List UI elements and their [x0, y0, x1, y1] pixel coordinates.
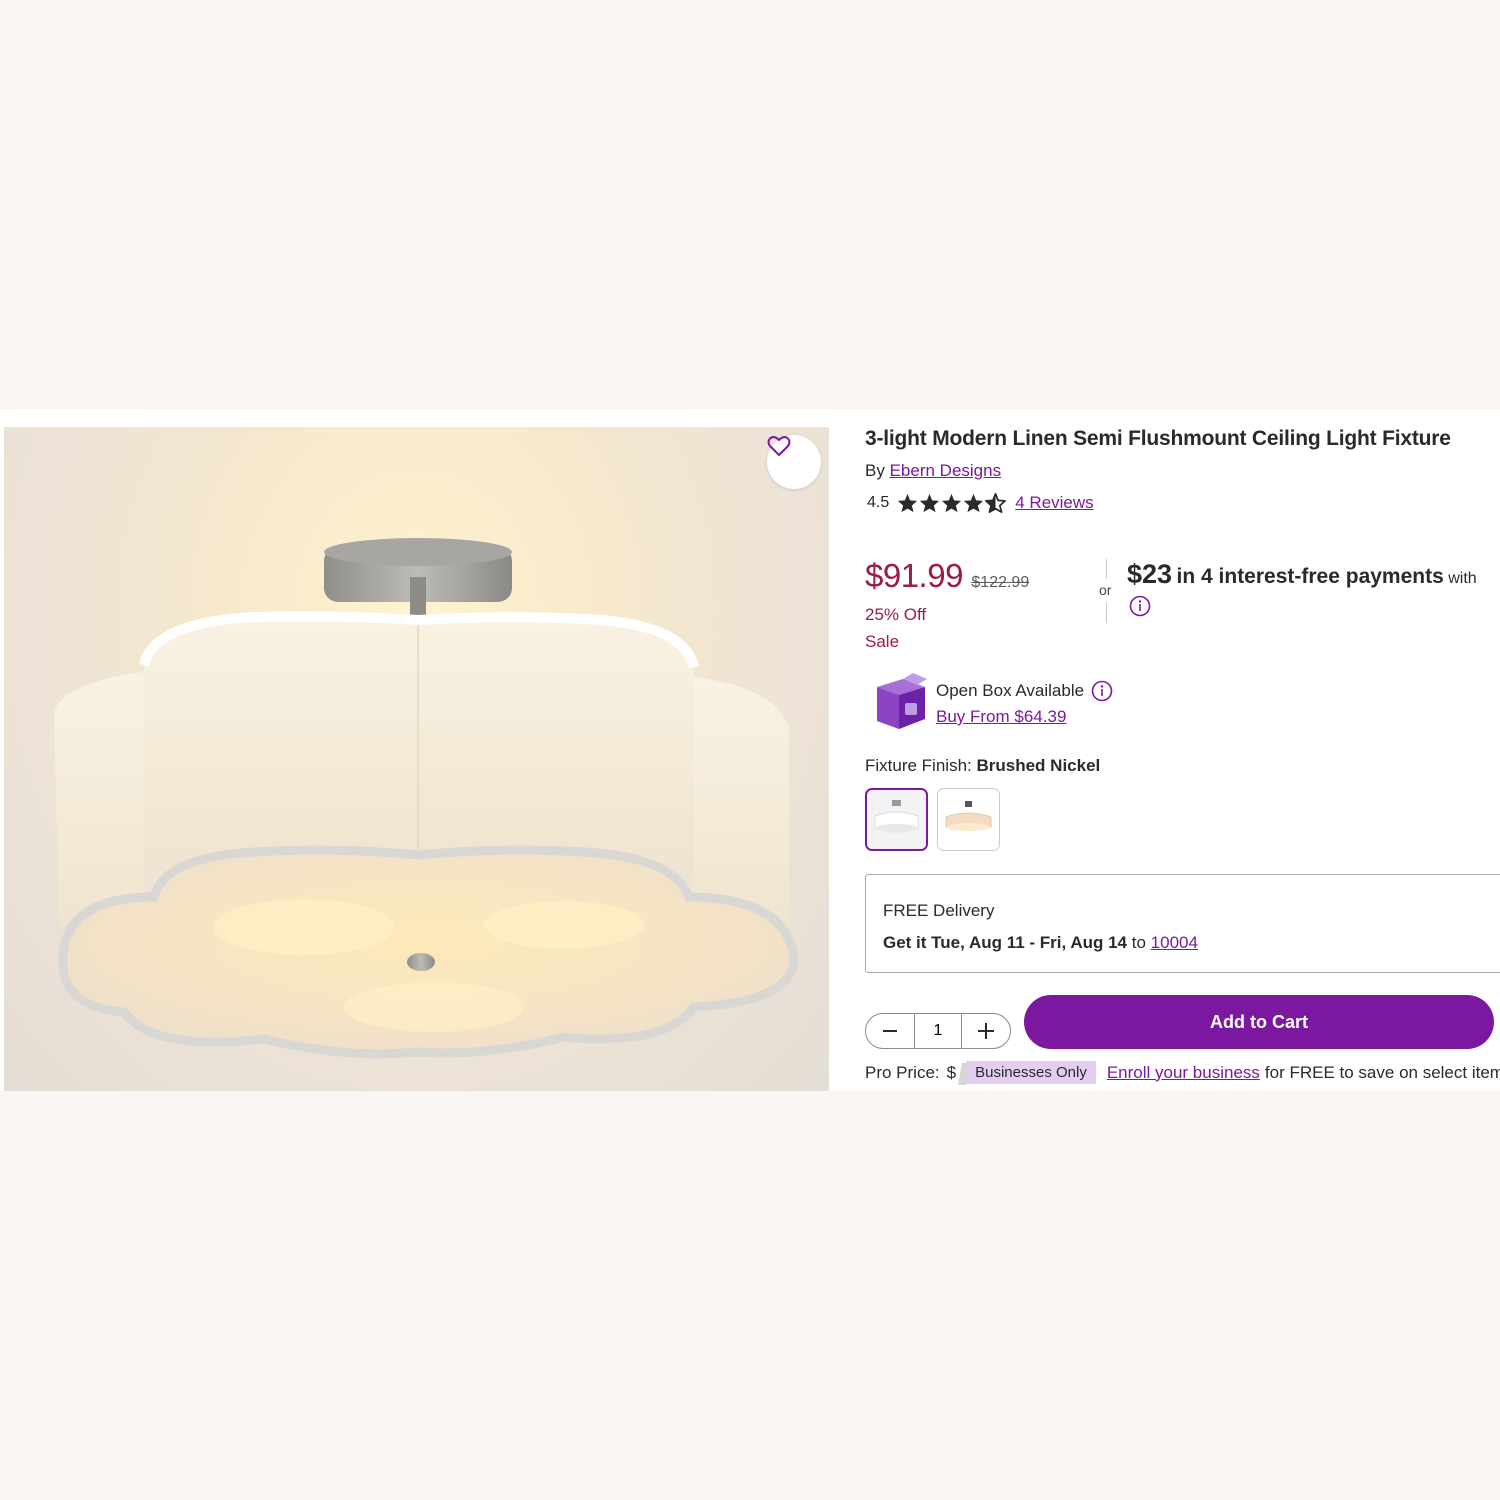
star-icon	[898, 493, 918, 513]
zip-code-link[interactable]: 10004	[1151, 933, 1198, 952]
installment-info-button[interactable]	[1129, 595, 1151, 622]
increase-quantity-button[interactable]	[962, 1014, 1010, 1048]
current-price: $91.99	[865, 557, 963, 594]
star-rating[interactable]	[897, 493, 1007, 513]
rating-value: 4.5	[867, 494, 890, 511]
installment-with: with	[1448, 570, 1477, 587]
product-image[interactable]	[4, 427, 829, 1091]
installment-offer: $23 in 4 interest-free payments with	[1127, 559, 1477, 590]
delivery-label: FREE Delivery	[883, 901, 995, 920]
price: $91.99 $122.99	[865, 557, 1029, 595]
quantity-stepper	[865, 1013, 1011, 1049]
product-panel: 3-light Modern Linen Semi Flushmount Cei…	[0, 409, 1500, 1091]
by-prefix: By	[865, 461, 885, 480]
half-star-icon	[985, 493, 1007, 513]
star-icon	[942, 493, 962, 513]
info-icon	[1129, 595, 1151, 617]
finish-selected: Brushed Nickel	[976, 756, 1101, 775]
minus-icon	[883, 1030, 897, 1032]
rating-row: 4.5 4 Reviews	[867, 493, 1094, 513]
sale-label: Sale	[865, 632, 900, 651]
info-icon[interactable]	[1091, 680, 1113, 702]
plus-icon	[978, 1023, 994, 1039]
delivery-box: FREE Delivery Get it Tue, Aug 11 - Fri, …	[865, 874, 1500, 973]
star-icon	[964, 493, 984, 513]
installment-text: in 4 interest-free payments	[1176, 565, 1444, 588]
swatch-thumbnail	[867, 790, 926, 849]
pro-price-label: Pro Price:	[865, 1062, 940, 1082]
open-box-link[interactable]: Buy From $64.39	[936, 707, 1066, 727]
favorite-button[interactable]	[767, 435, 821, 489]
divider-line	[1106, 559, 1107, 579]
enroll-text: for FREE to save on select item	[1264, 1062, 1500, 1082]
installment-amount: $23	[1127, 559, 1173, 589]
brand-link[interactable]: Ebern Designs	[890, 461, 1002, 480]
enroll-business-link[interactable]: Enroll your business	[1107, 1063, 1260, 1083]
delivery-to: to	[1131, 933, 1146, 952]
open-box-available: Open Box Available	[936, 680, 1113, 702]
discount-label: 25% Off	[865, 605, 927, 624]
fixture-finish: Fixture Finish: Brushed Nickel	[865, 756, 1100, 776]
original-price: $122.99	[971, 574, 1030, 591]
swatch-brushed-nickel[interactable]	[865, 788, 928, 851]
or-label: or	[1099, 582, 1112, 598]
reviews-link[interactable]: 4 Reviews	[1015, 493, 1093, 513]
brand-line: By Ebern Designs	[865, 461, 1001, 481]
product-info: 3-light Modern Linen Semi Flushmount Cei…	[865, 409, 1500, 1091]
ceiling-light-image	[54, 538, 799, 1059]
open-box-title: Open Box Available	[936, 681, 1085, 700]
star-icon	[920, 493, 940, 513]
delivery-date: Get it Tue, Aug 11 - Fri, Aug 14	[883, 933, 1128, 952]
or-divider: or	[1099, 559, 1111, 623]
open-box-icon	[877, 673, 927, 729]
businesses-only-badge: Businesses Only	[966, 1061, 1096, 1084]
swatch-thumbnail	[938, 789, 999, 850]
decrease-quantity-button[interactable]	[866, 1014, 914, 1048]
heart-icon	[767, 436, 791, 456]
delivery-estimate: Get it Tue, Aug 11 - Fri, Aug 14 to 1000…	[883, 933, 1198, 953]
product-title: 3-light Modern Linen Semi Flushmount Cei…	[865, 427, 1451, 450]
pro-price-value: $	[946, 1062, 957, 1082]
finish-label: Fixture Finish:	[865, 756, 972, 775]
divider-line	[1106, 603, 1107, 623]
swatch-alternate-finish[interactable]	[937, 788, 1000, 851]
add-to-cart-button[interactable]: Add to Cart	[1024, 995, 1494, 1049]
quantity-input[interactable]	[914, 1014, 962, 1048]
finish-swatches	[865, 788, 1009, 851]
pro-price-row: Pro Price: $ Businesses Only Enroll your…	[865, 1061, 1500, 1084]
